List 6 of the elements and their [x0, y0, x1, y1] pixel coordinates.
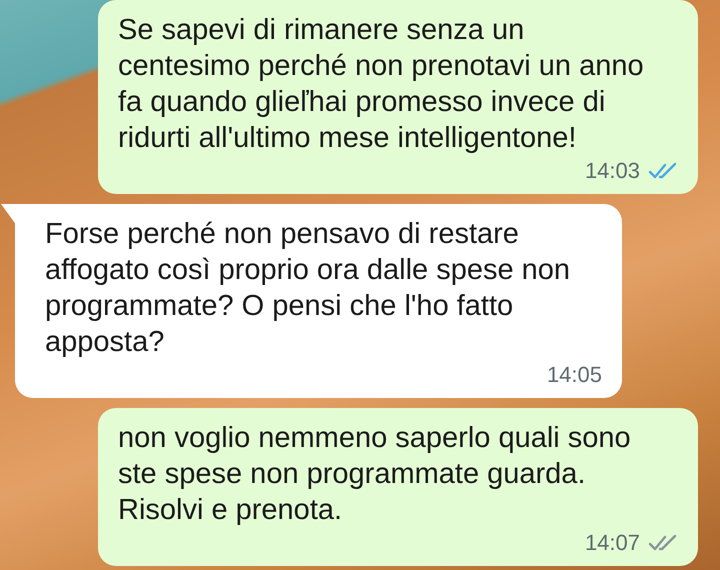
message-time: 14:03 [584, 158, 640, 184]
message-text: Forse perché non pensavo di restare affogato così proprio ora dalle spese non programmate? O pensi che l'ho fatto apposta? [45, 217, 572, 360]
message-time: 14:07 [584, 530, 640, 556]
message-time: 14:05 [546, 362, 602, 388]
message-text: Se sapevi di rimanere senza un centesimo perché non prenotavi un anno fa quando glieľhai promesso invece di ridurti all'ultimo mese intelligentone! [118, 13, 645, 156]
message-text: non voglio nemmeno saperlo quali sono ste spese non programmate guarda. Risolvi e prenota. [118, 421, 632, 528]
